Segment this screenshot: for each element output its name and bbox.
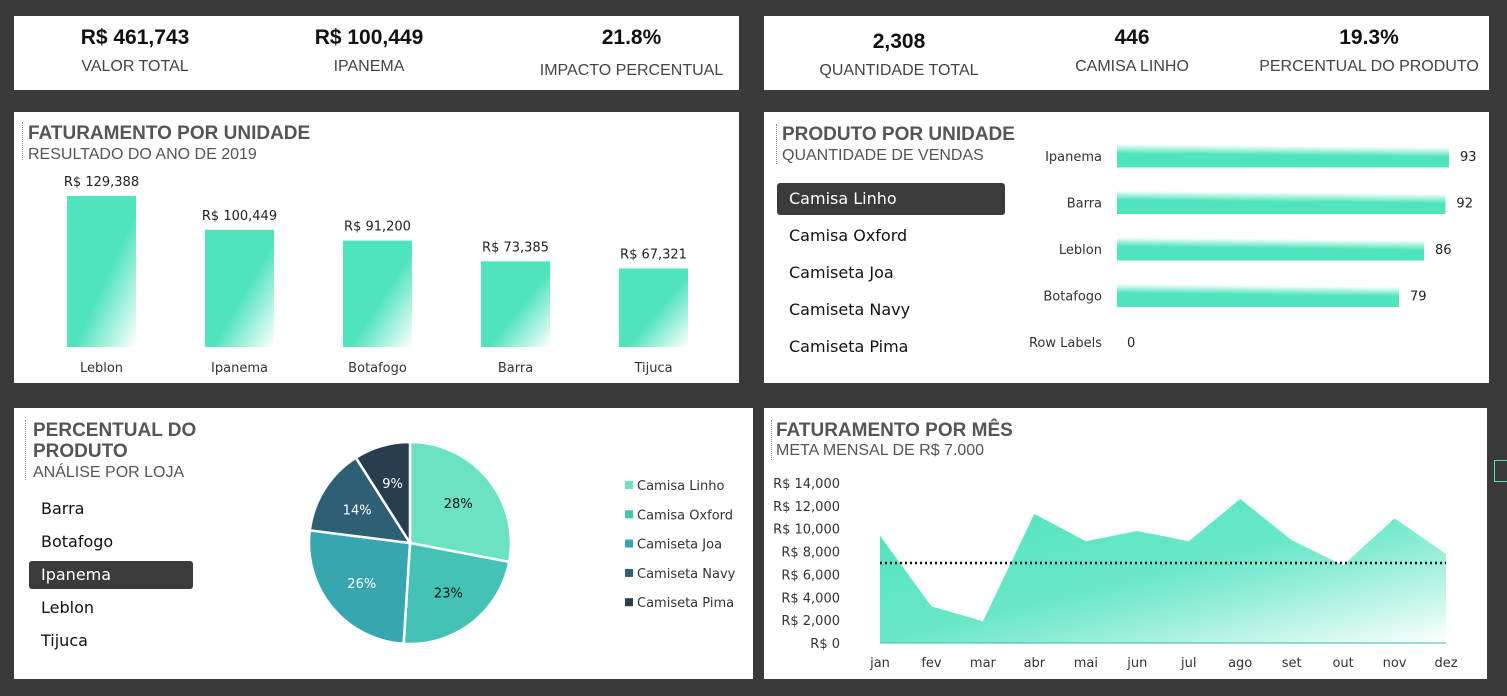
legend-swatch [625,568,633,577]
x-tick-label: jul [1180,656,1196,671]
legend-label: Camiseta Pima [637,596,734,611]
percentual-do-produto-card: PERCENTUAL DO PRODUTO ANÁLISE POR LOJA B… [14,408,753,679]
area-series [880,499,1446,643]
kpi-quantidade-total: 2,308 QUANTIDADE TOTAL [804,30,994,80]
hbar-category-label: Botafogo [1043,290,1102,305]
faturamento-por-mes-card: FATURAMENTO POR MÊS META MENSAL DE R$ 7.… [764,408,1487,679]
pie-data-label: 23% [434,586,463,601]
bar-barra [481,261,550,347]
kpi-label: IMPACTO PERCENTUAL [539,62,724,79]
kpi-value: 19.3% [1339,26,1399,49]
hbar-data-label: 92 [1456,197,1473,212]
hbar-data-label: 0 [1127,336,1135,351]
hbar-data-label: 79 [1410,290,1427,305]
y-tick-label: R$ 8,000 [781,546,840,561]
kpi-label: VALOR TOTAL [81,58,189,75]
kpi-valor-total: R$ 461,743 VALOR TOTAL [40,26,230,76]
faturamento-por-unidade-card: FATURAMENTO POR UNIDADE RESULTADO DO ANO… [14,112,739,383]
hbar-category-label: Leblon [1059,243,1102,258]
legend-swatch [625,598,633,607]
legend-label: Camiseta Navy [637,567,736,582]
kpi-card-faturamento: R$ 461,743 VALOR TOTAL R$ 100,449 IPANEM… [14,16,739,90]
hbar-category-label: Ipanema [1045,150,1102,165]
kpi-label: QUANTIDADE TOTAL [819,62,979,79]
kpi-card-quantidade: 2,308 QUANTIDADE TOTAL 446 CAMISA LINHO … [764,16,1489,90]
hbar-data-label: 86 [1435,243,1452,258]
hbar-ipanema [1117,144,1449,168]
y-tick-label: R$ 10,000 [773,523,840,538]
bar-data-label: R$ 73,385 [482,240,549,255]
bar-ipanema [205,229,274,347]
x-tick-label: jan [869,656,890,671]
x-tick-label: out [1332,656,1353,671]
bar-category-label: Barra [498,361,533,376]
pie-data-label: 28% [444,497,473,512]
bar-data-label: R$ 129,388 [64,175,139,190]
hbar-category-label: Barra [1067,197,1102,212]
hbar-data-label: 93 [1460,150,1477,165]
bar-botafogo [343,240,412,347]
produto-hbar-chart: Ipanema 93 Barra 92 Leblon 86 Botafogo 79 Row La… [1029,144,1477,351]
bar-data-label: R$ 100,449 [202,209,277,224]
kpi-camisa-linho: 446 CAMISA LINHO [1037,26,1227,76]
kpi-value: 446 [1114,26,1150,49]
bar-tijuca [619,268,688,347]
pie-data-label: 26% [347,577,376,592]
produto-por-unidade-card: PRODUTO POR UNIDADE QUANTIDADE DE VENDAS… [764,112,1489,383]
y-tick-label: R$ 14,000 [773,477,840,492]
bar-data-label: R$ 67,321 [620,247,687,262]
legend-label: Camisa Oxford [637,508,733,523]
y-tick-label: R$ 0 [810,637,840,652]
legend-label: Camisa Linho [637,479,725,494]
y-tick-label: R$ 6,000 [781,568,840,583]
kpi-value: 21.8% [601,26,662,49]
hbar-barra [1117,191,1446,214]
bar-category-label: Botafogo [348,361,407,376]
x-tick-label: mai [1074,656,1098,671]
faturamento-area-chart: R$ 0 R$ 2,000 R$ 4,000 R$ 6,000 R$ 8,000 R$ 1… [773,477,1458,671]
faturamento-bar-chart: R$ 129,388 Leblon R$ 100,449 Ipanema R$ 91,2… [64,175,688,376]
hbar-botafogo [1117,284,1400,307]
kpi-label: CAMISA LINHO [1075,58,1189,75]
x-tick-label: fev [921,656,942,671]
y-tick-label: R$ 12,000 [773,500,840,515]
y-tick-label: R$ 4,000 [781,591,840,606]
pie-data-label: 9% [382,477,403,492]
legend-label: Camiseta Joa [637,538,722,553]
kpi-ipanema: R$ 100,449 IPANEMA [274,26,464,76]
legend-swatch [625,510,633,519]
legend-swatch [625,481,633,489]
kpi-label: IPANEMA [333,58,405,75]
x-tick-label: nov [1383,656,1407,671]
hbar-leblon [1117,237,1425,261]
kpi-label: PERCENTUAL DO PRODUTO [1259,58,1479,75]
kpi-value: R$ 461,743 [80,26,190,49]
bar-category-label: Ipanema [211,361,268,376]
x-tick-label: dez [1434,656,1457,671]
pie-data-label: 14% [343,503,372,518]
kpi-percentual-produto: 19.3% PERCENTUAL DO PRODUTO [1254,26,1484,76]
x-tick-label: mar [970,656,997,671]
x-tick-label: ago [1228,656,1252,671]
x-tick-label: set [1282,656,1302,671]
hbar-category-label: Row Labels [1029,336,1102,351]
kpi-value: R$ 100,449 [314,26,424,49]
bar-category-label: Leblon [80,361,123,376]
kpi-impacto-percentual: 21.8% IMPACTO PERCENTUAL [524,26,739,80]
kpi-value: 2,308 [872,30,926,53]
legend-swatch [625,539,633,548]
y-tick-label: R$ 2,000 [781,614,840,629]
bar-leblon [67,196,136,347]
bar-category-label: Tijuca [633,361,672,376]
selection-handle[interactable] [1494,460,1507,482]
bar-data-label: R$ 91,200 [344,220,411,235]
x-tick-label: jun [1126,656,1147,671]
produto-pie-chart: 28% 23% 26% 14% 9% Camisa Linho Camisa Oxford C… [307,440,736,646]
x-tick-label: abr [1024,656,1046,671]
